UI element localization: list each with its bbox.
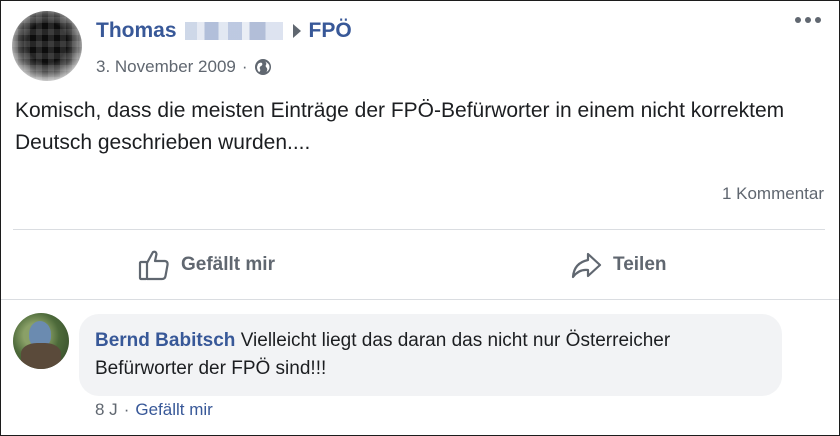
commenter-name-link[interactable]: Bernd Babitsch <box>95 330 235 351</box>
comment-age[interactable]: 8 J <box>95 400 118 420</box>
comment-count-link[interactable]: 1 Kommentar <box>722 184 824 204</box>
redacted-surname <box>184 22 283 40</box>
right-triangle-icon <box>292 24 301 38</box>
comment-footer: 8 J · Gefällt mir <box>95 400 213 420</box>
post-date-link[interactable]: 3. November 2009 <box>96 57 236 77</box>
post-text: Komisch, dass die meisten Einträge der F… <box>15 99 785 154</box>
author-avatar[interactable] <box>12 11 82 81</box>
like-button[interactable]: Gefällt mir <box>137 245 275 285</box>
more-options-icon[interactable] <box>795 17 821 23</box>
author-name-link[interactable]: Thomas <box>96 19 177 43</box>
comment-like-link[interactable]: Gefällt mir <box>135 400 212 420</box>
commenter-avatar[interactable] <box>13 313 69 369</box>
thumbs-up-icon <box>137 248 171 282</box>
group-name-link[interactable]: FPÖ <box>309 19 352 43</box>
divider <box>13 229 825 230</box>
share-arrow-icon <box>569 248 603 282</box>
share-button[interactable]: Teilen <box>569 245 667 285</box>
post-header: Thomas FPÖ <box>96 19 352 43</box>
meta-separator: · <box>241 57 248 76</box>
facebook-post: Thomas FPÖ 3. November 2009 · Komisch, d… <box>0 0 840 436</box>
comment-bubble: Bernd Babitsch Vielleicht liegt das dara… <box>79 314 782 396</box>
globe-icon[interactable] <box>254 58 272 76</box>
share-button-label: Teilen <box>613 254 667 275</box>
post-meta: 3. November 2009 · <box>96 57 272 77</box>
like-button-label: Gefällt mir <box>181 254 275 275</box>
comment-footer-separator: · <box>123 400 130 419</box>
divider <box>1 299 839 300</box>
